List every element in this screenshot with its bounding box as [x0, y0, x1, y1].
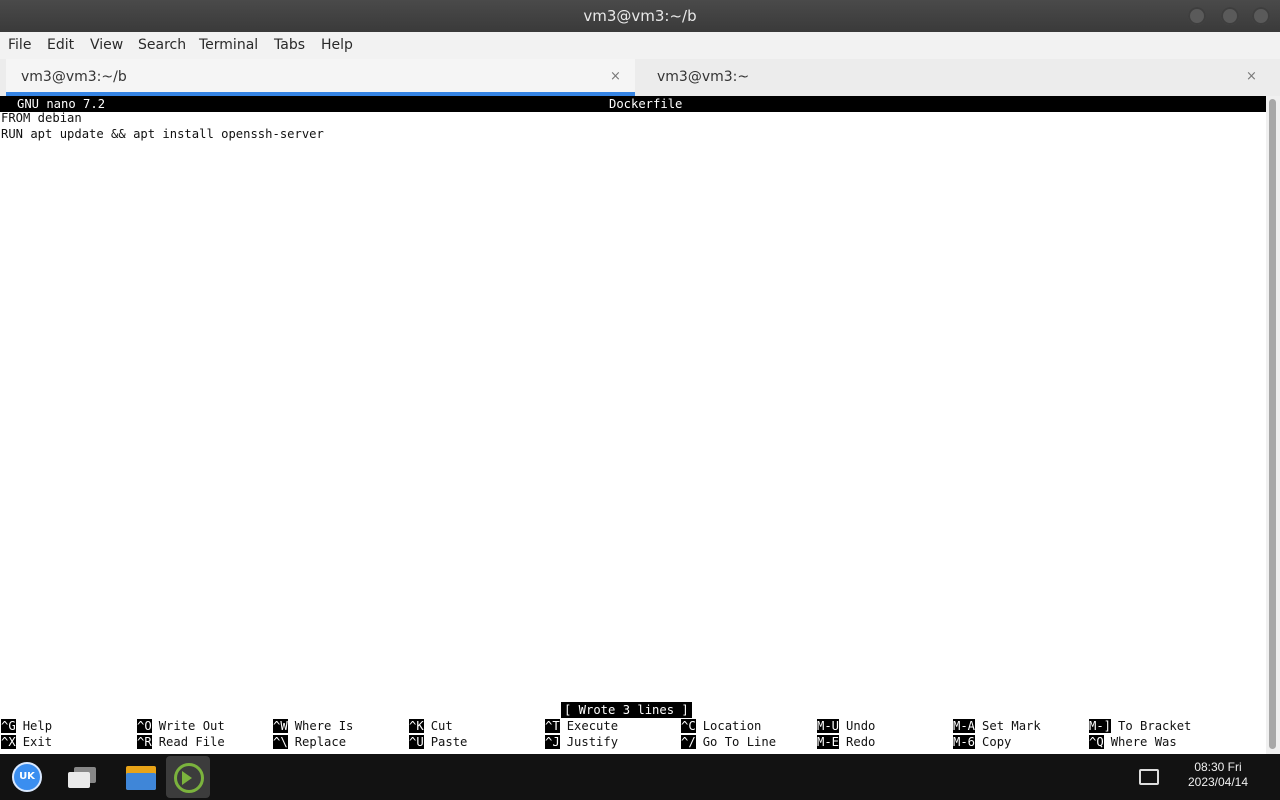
shortcut-label: Help — [22, 719, 53, 733]
shortcut-key: ^C — [681, 719, 696, 733]
shortcut-redo: M-E Redo — [817, 734, 875, 750]
shortcut-where-was: ^Q Where Was — [1089, 734, 1177, 750]
shortcut-label: Justify — [566, 735, 619, 749]
shortcut-label: Set Mark — [982, 719, 1041, 733]
shortcut-execute: ^T Execute — [545, 718, 618, 734]
menu-terminal[interactable]: Terminal — [199, 37, 258, 53]
shortcut-key: ^G — [1, 719, 16, 733]
menu-edit[interactable]: Edit — [47, 37, 74, 53]
clock-time: 08:30 Fri — [1194, 760, 1242, 774]
menu-search[interactable]: Search — [138, 37, 186, 53]
shortcut-location: ^C Location — [681, 718, 761, 734]
shortcut-key: ^/ — [681, 735, 696, 749]
shortcut-key: M-6 — [953, 735, 976, 749]
shortcut-label: Execute — [566, 719, 619, 733]
nano-header: GNU nano 7.2 Dockerfile — [0, 96, 1266, 112]
shortcut-exit: ^X Exit — [1, 734, 52, 750]
close-icon[interactable]: × — [1246, 69, 1257, 84]
clock-date: 2023/04/14 — [1187, 775, 1249, 789]
scrollbar-thumb[interactable] — [1269, 99, 1276, 749]
shortcut-key: ^Q — [1089, 735, 1104, 749]
shortcut-key: ^\ — [273, 735, 288, 749]
tab-label: vm3@vm3:~ — [657, 69, 750, 85]
menu-tabs[interactable]: Tabs — [274, 37, 305, 53]
tab-bar: vm3@vm3:~/b × vm3@vm3:~ × — [0, 59, 1280, 96]
shortcut-key: ^U — [409, 735, 424, 749]
shortcut-label: Read File — [158, 735, 225, 749]
shortcut-key: M-U — [817, 719, 840, 733]
shortcut-key: M-E — [817, 735, 840, 749]
launcher-icon[interactable]: UK — [12, 762, 42, 792]
shortcut-label: Write Out — [158, 719, 225, 733]
terminal-scrollbar[interactable] — [1266, 96, 1280, 754]
editor-line: RUN apt update && apt install openssh-se… — [1, 127, 324, 141]
clock[interactable]: 08:30 Fri 2023/04/14 — [1178, 760, 1258, 790]
window-title: vm3@vm3:~/b — [583, 7, 697, 25]
shortcut-label: Paste — [430, 735, 468, 749]
terminal-view[interactable]: GNU nano 7.2 Dockerfile FROM debian RUN … — [0, 96, 1266, 754]
editor-line: FROM debian — [1, 111, 82, 125]
shortcut-key: M-A — [953, 719, 976, 733]
tab-label: vm3@vm3:~/b — [21, 69, 127, 85]
shortcut-key: M-] — [1089, 719, 1112, 733]
shortcut-key: ^O — [137, 719, 152, 733]
shortcut-write-out: ^O Write Out — [137, 718, 225, 734]
shortcut-paste: ^U Paste — [409, 734, 467, 750]
shortcut-cut: ^K Cut — [409, 718, 453, 734]
shortcut-label: Where Is — [294, 719, 354, 733]
close-button[interactable] — [1252, 7, 1270, 25]
windows-icon[interactable] — [66, 767, 98, 789]
notification-icon[interactable] — [1139, 769, 1159, 785]
shortcut-undo: M-U Undo — [817, 718, 875, 734]
minimize-button[interactable] — [1188, 7, 1206, 25]
shortcut-key: ^W — [273, 719, 288, 733]
shortcut-where-is: ^W Where Is — [273, 718, 353, 734]
shortcut-justify: ^J Justify — [545, 734, 618, 750]
shortcut-label: Exit — [22, 735, 53, 749]
shortcut-to-bracket: M-] To Bracket — [1089, 718, 1191, 734]
shortcut-label: To Bracket — [1118, 719, 1192, 733]
menu-file[interactable]: File — [8, 37, 31, 53]
shortcut-key: ^T — [545, 719, 560, 733]
shortcut-key: ^X — [1, 735, 16, 749]
shortcut-help: ^G Help — [1, 718, 52, 734]
menu-view[interactable]: View — [90, 37, 123, 53]
file-manager-icon[interactable] — [126, 766, 156, 790]
window-titlebar: vm3@vm3:~/b — [0, 0, 1280, 32]
menu-help[interactable]: Help — [321, 37, 353, 53]
shortcut-set-mark: M-A Set Mark — [953, 718, 1041, 734]
nano-filename: Dockerfile — [609, 97, 683, 111]
nano-status-message: [ Wrote 3 lines ] — [561, 702, 692, 718]
tab-vm3-home[interactable]: vm3@vm3:~ × — [642, 59, 1272, 96]
shortcut-replace: ^\ Replace — [273, 734, 346, 750]
shortcut-label: Location — [702, 719, 762, 733]
shortcut-label: Go To Line — [702, 735, 777, 749]
maximize-button[interactable] — [1221, 7, 1239, 25]
tab-vm3-b[interactable]: vm3@vm3:~/b × — [6, 59, 635, 96]
shortcut-label: Copy — [982, 735, 1012, 749]
shortcut-go-to-line: ^/ Go To Line — [681, 734, 776, 750]
taskbar: UK 08:30 Fri 2023/04/14 — [0, 754, 1280, 800]
shortcut-read-file: ^R Read File — [137, 734, 225, 750]
shortcut-label: Replace — [294, 735, 347, 749]
shortcut-label: Where Was — [1110, 735, 1177, 749]
shortcut-label: Undo — [846, 719, 876, 733]
shortcut-label: Cut — [430, 719, 453, 733]
terminal-icon[interactable] — [166, 756, 210, 798]
shortcut-key: ^J — [545, 735, 560, 749]
shortcut-label: Redo — [846, 735, 876, 749]
shortcut-copy: M-6 Copy — [953, 734, 1011, 750]
menu-bar: File Edit View Search Terminal Tabs Help — [0, 32, 1280, 59]
shortcut-key: ^K — [409, 719, 424, 733]
shortcut-key: ^R — [137, 735, 152, 749]
close-icon[interactable]: × — [610, 69, 621, 84]
